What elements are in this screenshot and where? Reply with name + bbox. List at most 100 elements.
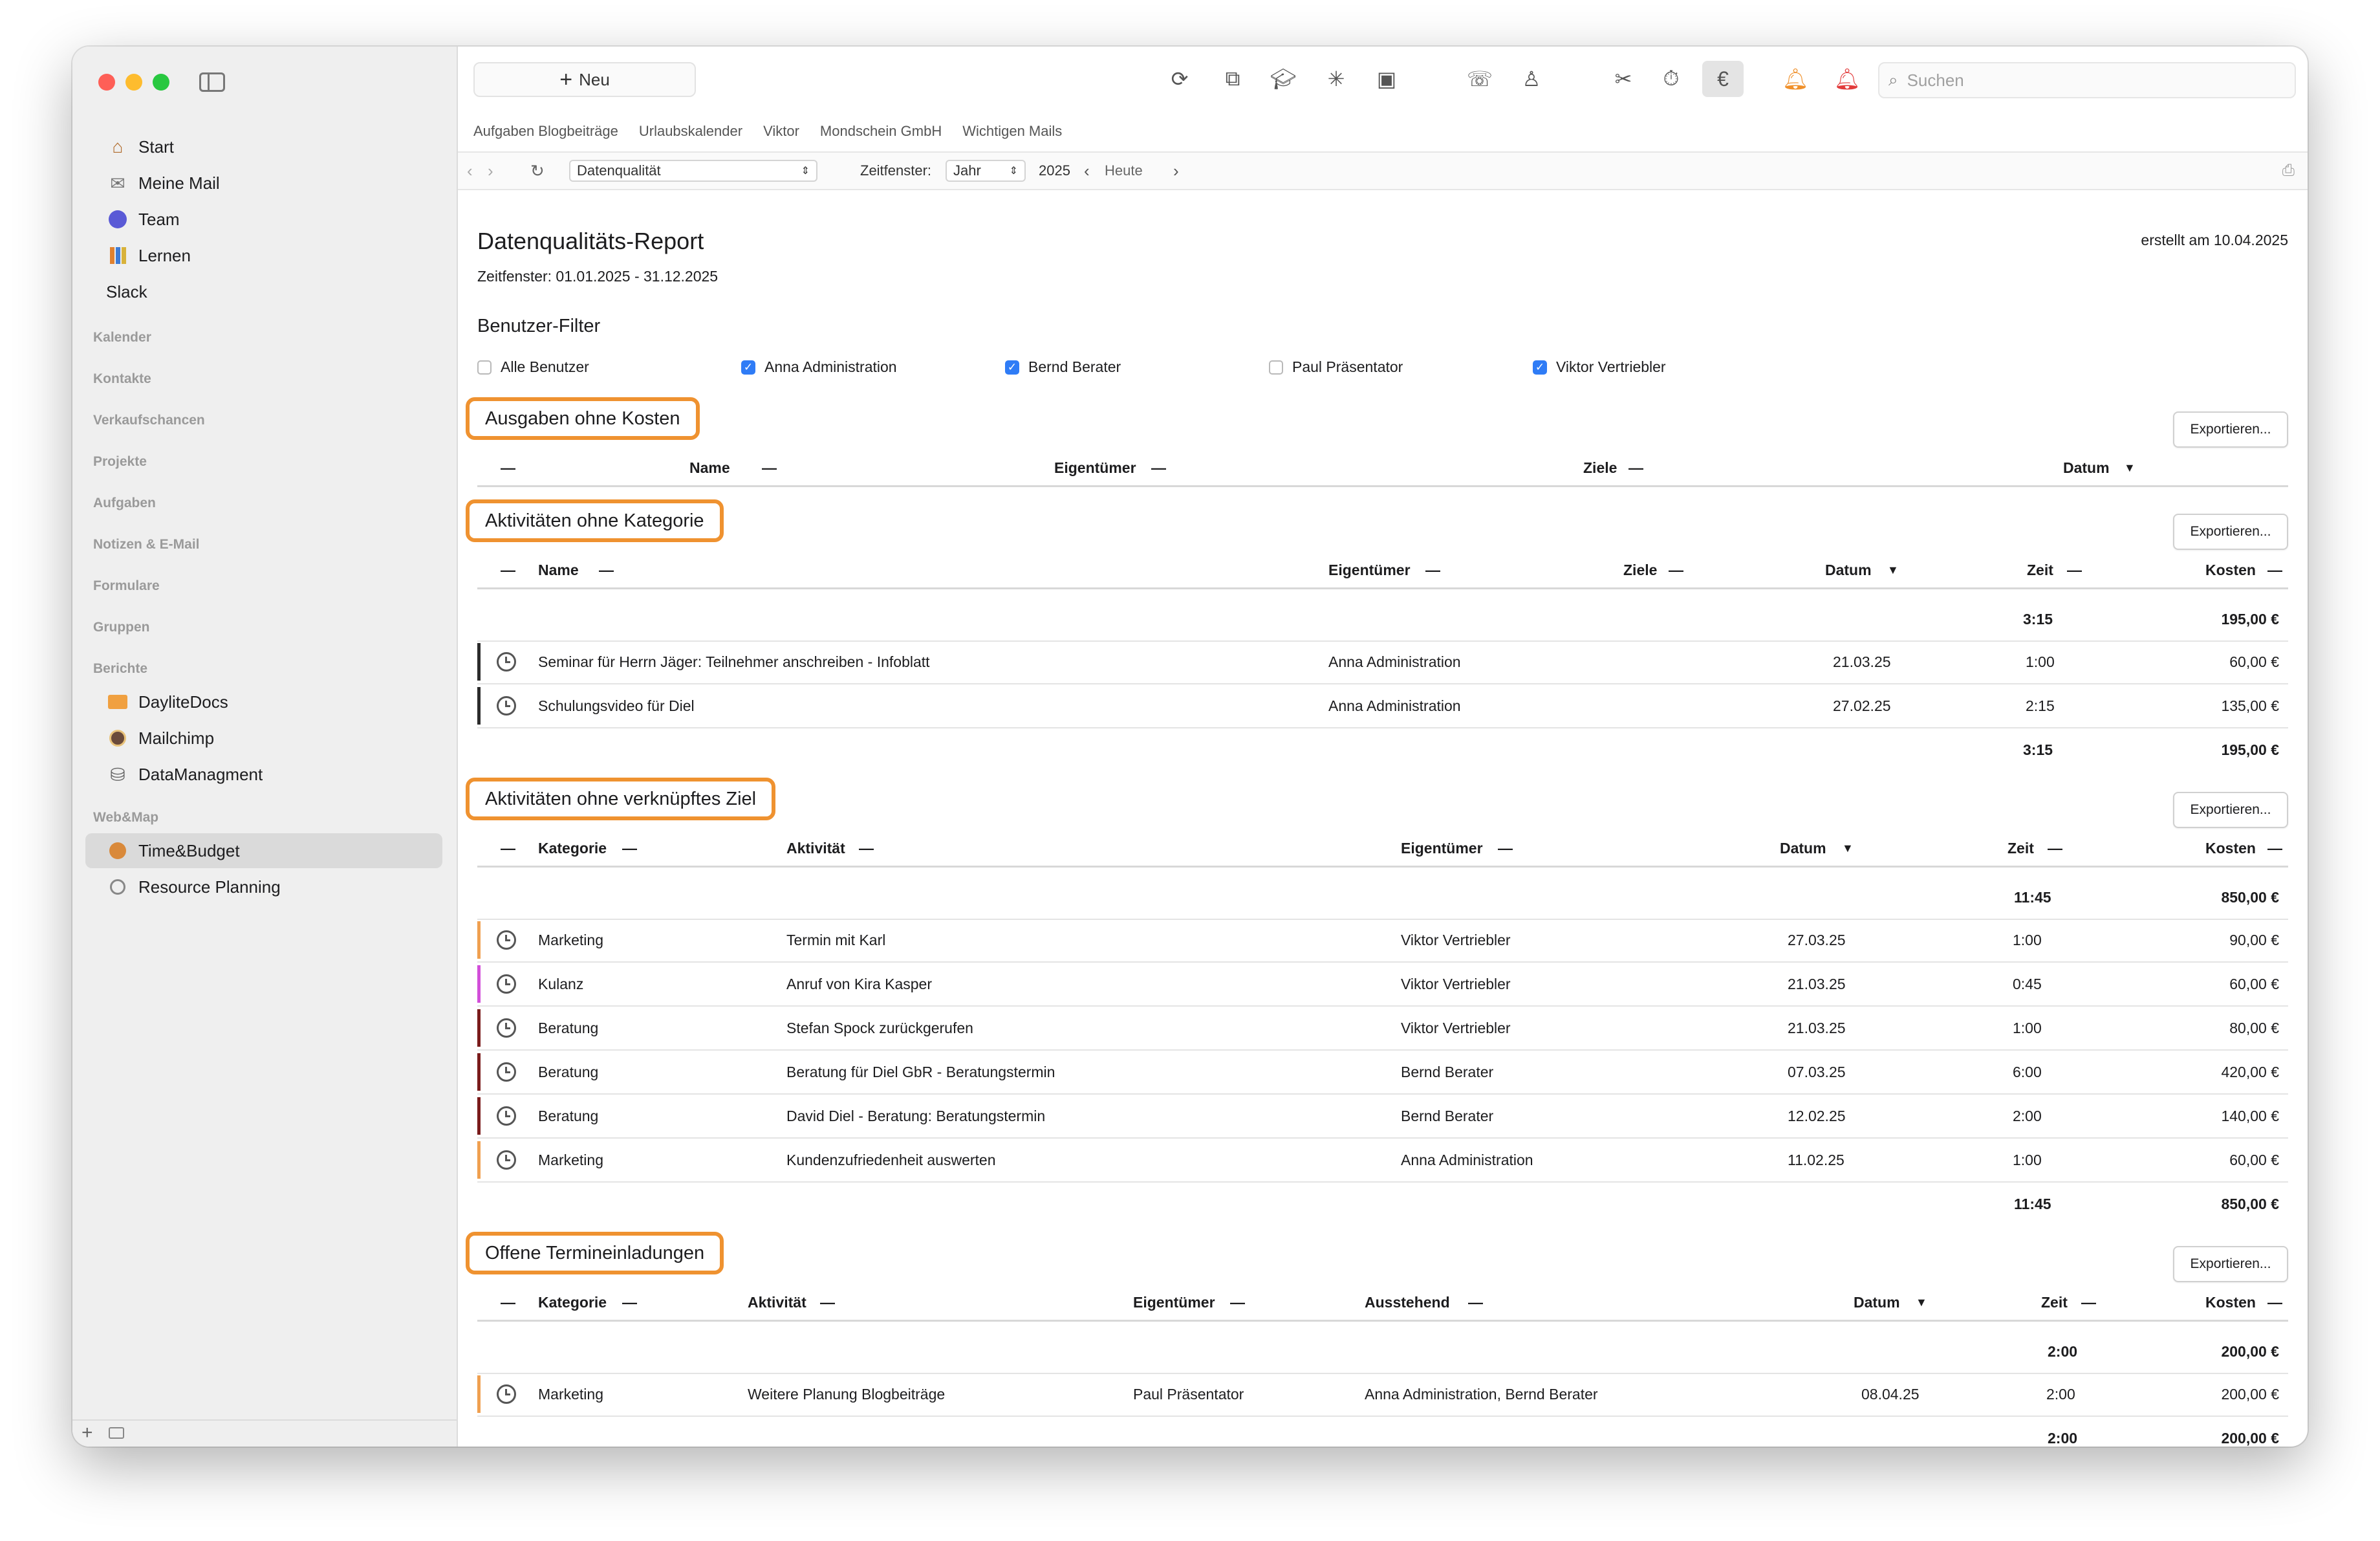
prev-period-icon[interactable]: ‹ — [1084, 153, 1090, 189]
column-toggle[interactable]: — — [2267, 831, 2282, 866]
filter-checkbox-paul[interactable]: Paul Präsentator — [1269, 358, 1403, 376]
sidebar-item-mailchimp[interactable]: Mailchimp — [106, 722, 214, 754]
sidebar-toggle-icon[interactable] — [199, 72, 225, 92]
column-header-activity[interactable]: Aktivität — [748, 1285, 806, 1320]
back-icon[interactable]: ‹ — [467, 153, 473, 189]
table-row[interactable]: Beratung Beratung für Diel GbR - Beratun… — [477, 1051, 2288, 1095]
new-button[interactable]: + Neu — [473, 62, 696, 97]
sidebar-item-daylitedocs[interactable]: DayliteDocs — [106, 686, 228, 718]
link-icon[interactable]: ⧉ — [1218, 65, 1247, 93]
column-header-date[interactable]: Datum — [1825, 552, 1872, 587]
column-header-cost[interactable]: Kosten — [2205, 831, 2256, 866]
filter-checkbox-bernd[interactable]: ✓ Bernd Berater — [1005, 358, 1121, 376]
column-header-pending[interactable]: Ausstehend — [1365, 1285, 1450, 1320]
sidebar-section-webmap[interactable]: Web&Map — [93, 810, 158, 825]
sidebar-section-berichte[interactable]: Berichte — [93, 661, 147, 677]
favorite-item[interactable]: Urlaubskalender — [639, 123, 742, 140]
search-field[interactable]: ⌕ Suchen — [1878, 62, 2296, 98]
sidebar-section-aufgaben[interactable]: Aufgaben — [93, 496, 156, 511]
table-row[interactable]: Schulungsvideo für Diel Anna Administrat… — [477, 684, 2288, 728]
sidebar-item-meine-mail[interactable]: ✉ Meine Mail — [106, 167, 219, 199]
sync-icon[interactable]: ⟳ — [1165, 65, 1194, 93]
column-toggle[interactable]: — — [2267, 552, 2282, 587]
table-row[interactable]: Seminar für Herrn Jäger: Teilnehmer ansc… — [477, 640, 2288, 684]
table-row[interactable]: Kulanz Anruf von Kira Kasper Viktor Vert… — [477, 963, 2288, 1007]
sidebar-item-team[interactable]: Team — [106, 203, 180, 235]
close-window-button[interactable] — [98, 74, 115, 91]
column-toggle[interactable]: — — [2267, 1285, 2282, 1320]
filter-checkbox-alle-benutzer[interactable]: Alle Benutzer — [477, 358, 589, 376]
sparkle-icon[interactable]: ✳ — [1322, 65, 1350, 93]
column-header-cost[interactable]: Kosten — [2205, 1285, 2256, 1320]
table-row[interactable]: Beratung David Diel - Beratung: Beratung… — [477, 1095, 2288, 1139]
sidebar-item-slack[interactable]: Slack — [106, 276, 147, 308]
column-toggle[interactable]: — — [1498, 831, 1513, 866]
column-toggle[interactable]: — — [2067, 552, 2082, 587]
add-icon[interactable]: + — [81, 1422, 93, 1444]
column-header-date[interactable]: Datum — [2063, 450, 2110, 485]
sidebar-item-time-budget[interactable]: Time&Budget — [106, 835, 240, 867]
minimize-window-button[interactable] — [125, 74, 142, 91]
sidebar-item-resource-planning[interactable]: Resource Planning — [106, 871, 281, 903]
column-toggle[interactable]: — — [820, 1285, 835, 1320]
sidebar-section-formulare[interactable]: Formulare — [93, 578, 160, 594]
column-toggle[interactable]: — — [2081, 1285, 2096, 1320]
column-header-time[interactable]: Zeit — [2007, 831, 2034, 866]
refresh-icon[interactable]: ↻ — [530, 153, 545, 189]
export-button[interactable]: Exportieren... — [2173, 1246, 2288, 1282]
column-toggle[interactable]: — — [1230, 1285, 1245, 1320]
column-header-goals[interactable]: Ziele — [1583, 450, 1617, 485]
column-toggle[interactable]: — — [1628, 450, 1643, 485]
table-row[interactable]: Marketing Weitere Planung Blogbeiträge P… — [477, 1373, 2288, 1417]
favorite-item[interactable]: Wichtigen Mails — [962, 123, 1062, 140]
sidebar-item-lernen[interactable]: Lernen — [106, 239, 191, 272]
sidebar-section-projekte[interactable]: Projekte — [93, 454, 147, 470]
forward-icon[interactable]: › — [488, 153, 493, 189]
sort-desc-icon[interactable]: ▼ — [2124, 450, 2136, 485]
person-icon[interactable]: ♙ — [1517, 65, 1546, 93]
sort-desc-icon[interactable]: ▼ — [1887, 552, 1899, 587]
zoom-window-button[interactable] — [153, 74, 169, 91]
column-toggle[interactable]: — — [762, 450, 777, 485]
favorite-item[interactable]: Viktor — [763, 123, 799, 140]
stopwatch-icon[interactable]: ⏱ — [1657, 65, 1685, 93]
column-header-owner[interactable]: Eigentümer — [1133, 1285, 1215, 1320]
export-button[interactable]: Exportieren... — [2173, 514, 2288, 550]
column-header-time[interactable]: Zeit — [2041, 1285, 2068, 1320]
column-header-name[interactable]: Name — [538, 552, 579, 587]
column-header-owner[interactable]: Eigentümer — [1401, 831, 1483, 866]
print-icon[interactable]: ⎙ — [2282, 153, 2295, 189]
table-row[interactable]: Beratung Stefan Spock zurückgerufen Vikt… — [477, 1007, 2288, 1051]
bell-orange-icon[interactable]: 🔔︎ — [1781, 65, 1810, 93]
column-header-category[interactable]: Kategorie — [538, 1285, 607, 1320]
today-button[interactable]: Heute — [1105, 153, 1143, 189]
layout-icon[interactable]: ▣ — [1372, 65, 1401, 93]
filter-checkbox-anna[interactable]: ✓ Anna Administration — [741, 358, 897, 376]
column-toggle[interactable]: — — [859, 831, 874, 866]
column-toggle[interactable]: — — [1425, 552, 1440, 587]
column-header-name[interactable]: Name — [689, 450, 730, 485]
column-toggle[interactable]: — — [501, 552, 515, 587]
favorite-item[interactable]: Mondschein GmbH — [820, 123, 942, 140]
column-header-date[interactable]: Datum — [1854, 1285, 1900, 1320]
table-row[interactable]: Marketing Kundenzufriedenheit auswerten … — [477, 1139, 2288, 1183]
export-button[interactable]: Exportieren... — [2173, 411, 2288, 448]
column-toggle[interactable]: — — [1669, 552, 1683, 587]
bell-red-icon[interactable]: 🔔︎ — [1833, 65, 1861, 93]
column-toggle[interactable]: — — [501, 831, 515, 866]
sidebar-item-datamanagment[interactable]: ⛁ DataManagment — [106, 758, 263, 791]
column-header-owner[interactable]: Eigentümer — [1328, 552, 1411, 587]
sort-desc-icon[interactable]: ▼ — [1916, 1285, 1927, 1320]
phone-icon[interactable]: ☏ — [1466, 65, 1494, 93]
sidebar-section-kalender[interactable]: Kalender — [93, 330, 151, 345]
column-header-category[interactable]: Kategorie — [538, 831, 607, 866]
column-header-activity[interactable]: Aktivität — [786, 831, 845, 866]
column-toggle[interactable]: — — [622, 1285, 637, 1320]
report-select[interactable]: Datenqualität ⇕ — [569, 160, 817, 182]
sidebar-section-gruppen[interactable]: Gruppen — [93, 620, 150, 635]
column-header-cost[interactable]: Kosten — [2205, 552, 2256, 587]
calendar-small-icon[interactable] — [109, 1427, 124, 1439]
column-toggle[interactable]: — — [1151, 450, 1166, 485]
graduation-cap-icon[interactable]: 🎓︎ — [1269, 65, 1297, 93]
column-toggle[interactable]: — — [2048, 831, 2062, 866]
